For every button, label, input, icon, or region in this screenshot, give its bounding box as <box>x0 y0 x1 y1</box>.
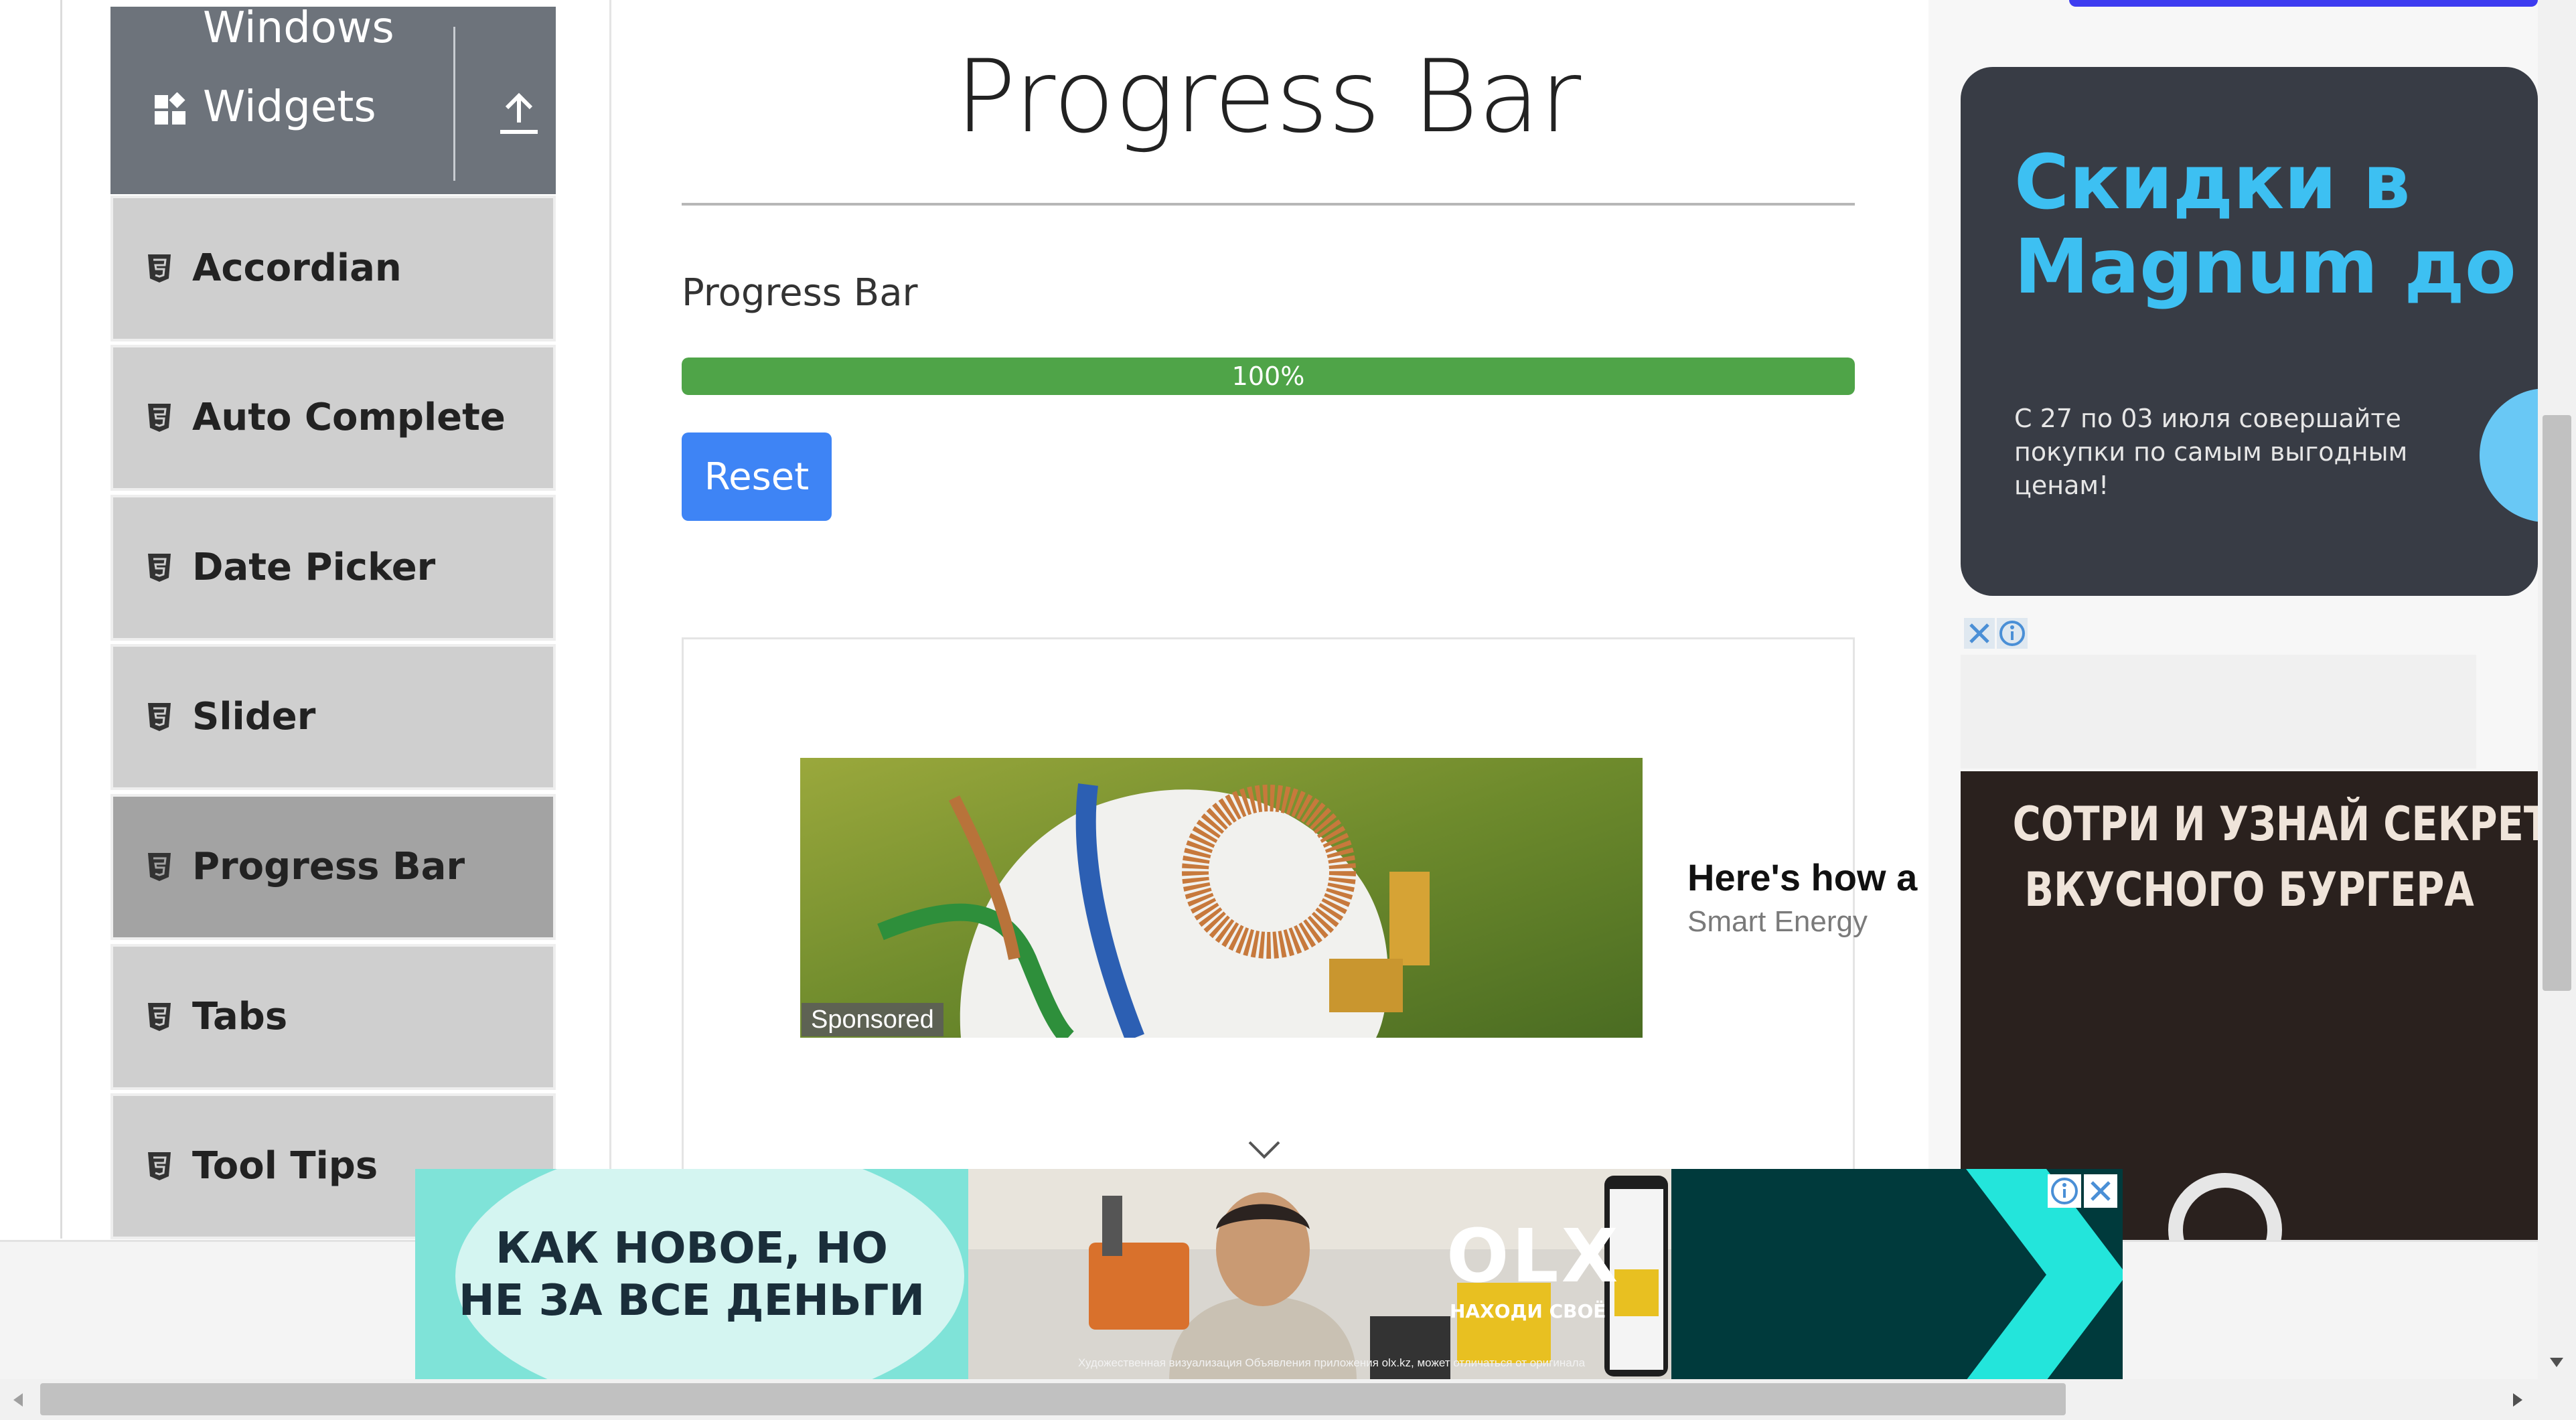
sidebar-item-accordian[interactable]: Accordian <box>110 195 556 341</box>
scroll-left-arrow-icon[interactable] <box>8 1390 28 1410</box>
olx-tagline: НАХОДИ СВОЁ <box>1450 1300 1606 1322</box>
sidebar-item-label: Tool Tips <box>192 1144 378 1188</box>
scroll-down-arrow-icon[interactable] <box>2547 1352 2567 1372</box>
page: Windows Widgets Accordian Auto Complete <box>0 0 2576 1420</box>
olx-ad-headline: КАК НОВОЕ, НО НЕ ЗА ВСЕ ДЕНЬГИ <box>459 1224 925 1326</box>
ad-top-bar <box>2069 0 2538 7</box>
menu-header-line1: Windows <box>203 3 394 53</box>
html5-icon <box>148 554 171 582</box>
sidebar-item-label: Auto Complete <box>192 396 506 439</box>
sidebar-item-auto-complete[interactable]: Auto Complete <box>110 345 556 491</box>
olx-banner-ad[interactable]: КАК НОВОЕ, НО НЕ ЗА ВСЕ ДЕНЬГИ Художеств… <box>415 1169 2123 1380</box>
burger-ad-ring <box>2168 1173 2282 1240</box>
sidebar-item-progress-bar[interactable]: Progress Bar <box>110 794 556 940</box>
html5-icon <box>148 853 171 881</box>
html5-icon <box>148 703 171 731</box>
page-title: Progress Bar <box>955 39 1582 155</box>
html5-icon <box>148 1152 171 1180</box>
sidebar-item-label: Date Picker <box>192 546 436 589</box>
olx-logo: OLX <box>1446 1213 1621 1299</box>
html5-icon <box>148 254 171 283</box>
magnum-ad[interactable]: Скидки в Magnum до 50 С 27 по 03 июля со… <box>1961 67 2538 596</box>
ad-info-icon[interactable] <box>2048 1174 2081 1208</box>
ad-pattern-placeholder <box>1961 655 2476 769</box>
title-divider <box>682 203 1855 206</box>
progress-bar: 100% <box>682 358 1855 395</box>
magnum-ad-bubble <box>2480 388 2538 522</box>
vertical-scrollbar-thumb[interactable] <box>2543 415 2571 991</box>
magnum-ad-title: Скидки в Magnum до 50 <box>2014 139 2516 311</box>
sidebar-item-label: Tabs <box>192 995 288 1038</box>
content-divider <box>609 0 611 1239</box>
reset-button[interactable]: Reset <box>682 432 832 521</box>
progress-section-label: Progress Bar <box>682 271 918 315</box>
sidebar-item-date-picker[interactable]: Date Picker <box>110 495 556 641</box>
menu-header-separator <box>453 27 455 181</box>
menu-header-line2: Widgets <box>203 82 376 132</box>
left-divider <box>60 0 62 1239</box>
ad-info-icon[interactable] <box>1997 618 2028 649</box>
sidebar-menu: Windows Widgets Accordian Auto Complete <box>110 0 556 1239</box>
menu-header: Windows Widgets <box>110 7 556 194</box>
olx-ad-caption: Художественная визуализация Объявления п… <box>1078 1356 1586 1369</box>
sponsored-label: Sponsored <box>802 1003 943 1036</box>
ad-source: Smart Energy <box>1687 905 1868 938</box>
html5-icon <box>148 404 171 432</box>
sidebar-item-label: Progress Bar <box>192 845 465 888</box>
ad-close-icon[interactable] <box>1964 618 1995 649</box>
chevron-down-icon[interactable] <box>1247 1139 1282 1160</box>
olx-ad-left: КАК НОВОЕ, НО НЕ ЗА ВСЕ ДЕНЬГИ <box>415 1169 968 1380</box>
html5-icon <box>148 1003 171 1031</box>
burger-ad-title: СОТРИ И УЗНАЙ СЕКРЕТ ВКУСНОГО БУРГЕРА <box>2012 797 2538 917</box>
sidebar-item-slider[interactable]: Slider <box>110 644 556 790</box>
scroll-right-arrow-icon[interactable] <box>2508 1390 2528 1410</box>
progress-bar-fill: 100% <box>682 358 1855 395</box>
ad-headline[interactable]: Here's how a <box>1687 856 1917 899</box>
progress-percent-text: 100% <box>1231 362 1305 391</box>
widgets-icon <box>155 92 185 125</box>
sidebar-item-tabs[interactable]: Tabs <box>110 944 556 1090</box>
horizontal-scrollbar-thumb[interactable] <box>40 1383 2066 1415</box>
upload-icon[interactable] <box>492 90 546 137</box>
ad-image-wires[interactable] <box>800 758 1643 1038</box>
ad-close-icon[interactable] <box>2084 1174 2117 1208</box>
magnum-ad-body: С 27 по 03 июля совершайте покупки по са… <box>2014 404 2408 500</box>
sidebar-item-label: Accordian <box>192 246 402 290</box>
sidebar-item-label: Slider <box>192 695 316 738</box>
